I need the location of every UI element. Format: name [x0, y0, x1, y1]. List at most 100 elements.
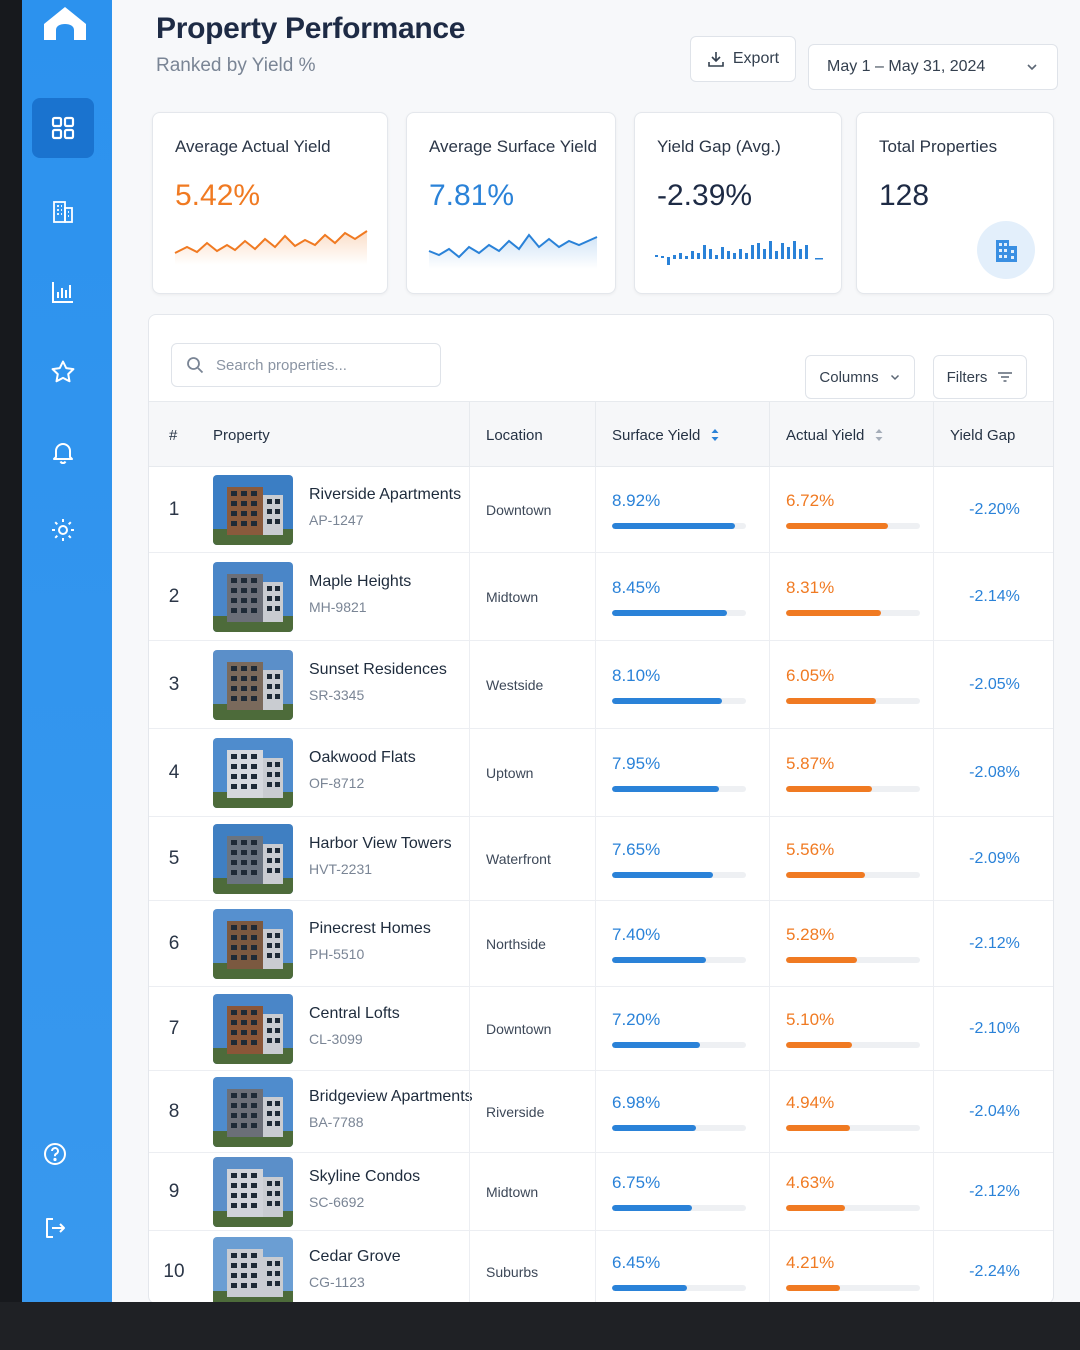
actual-yield-value: 6.05% [786, 665, 835, 685]
header-surface-yield[interactable]: Surface Yield [595, 402, 769, 468]
sidebar-item-settings[interactable] [32, 500, 94, 560]
property-thumbnail[interactable] [213, 738, 293, 808]
sidebar-item-logout[interactable] [24, 1198, 86, 1258]
surface-yield-bar [612, 1124, 746, 1131]
table-row[interactable]: 8 Bridgeview Apartments BA-7788 Riversid… [149, 1071, 1053, 1153]
property-thumbnail[interactable] [213, 824, 293, 894]
home-logo-icon[interactable] [40, 2, 90, 44]
yield-gap-value: -2.20% [933, 467, 1053, 552]
kpi-card-actual-yield: Average Actual Yield 5.42% [152, 112, 388, 294]
actual-yield-value: 5.87% [786, 753, 835, 773]
table-row[interactable]: 9 Skyline Condos SC-6692 Midtown 6.75% 4… [149, 1153, 1053, 1231]
actual-yield-value: 8.31% [786, 577, 835, 597]
actual-yield-bar-fill [786, 697, 876, 704]
table-row[interactable]: 10 Cedar Grove CG-1123 Suburbs 6.45% 4.2… [149, 1231, 1053, 1302]
kpi-value: 5.42% [175, 179, 261, 212]
yield-gap-value: -2.09% [933, 817, 1053, 900]
property-thumbnail[interactable] [213, 1157, 293, 1227]
table-row[interactable]: 5 Harbor View Towers HVT-2231 Waterfront… [149, 817, 1053, 901]
search-input[interactable] [216, 356, 426, 374]
export-button[interactable]: Export [690, 36, 796, 82]
property-name[interactable]: Oakwood Flats [309, 749, 416, 767]
date-range-select[interactable]: May 1 – May 31, 2024 [808, 44, 1058, 90]
property-thumbnail[interactable] [213, 475, 293, 545]
surface-yield-bar-fill [612, 1124, 697, 1131]
property-thumbnail[interactable] [213, 1077, 293, 1147]
sidebar-item-properties[interactable] [32, 182, 94, 242]
property-code: CL-3099 [309, 1031, 363, 1047]
row-rank: 5 [168, 847, 180, 869]
surface-yield-cell: 8.92% [595, 467, 769, 552]
sidebar-item-help[interactable] [24, 1124, 86, 1184]
surface-yield-bar [612, 697, 746, 704]
property-thumbnail[interactable] [213, 1237, 293, 1302]
search-box[interactable] [171, 343, 441, 387]
app-screen: Property Performance Ranked by Yield % E… [0, 0, 1080, 1302]
property-name[interactable]: Cedar Grove [309, 1248, 401, 1266]
sidebar-item-analytics[interactable] [32, 262, 94, 322]
property-thumbnail[interactable] [213, 650, 293, 720]
surface-yield-cell: 8.10% [595, 641, 769, 728]
sidebar-item-dashboard[interactable] [32, 98, 94, 158]
kpi-card-yield-gap: Yield Gap (Avg.) -2.39% [634, 112, 842, 294]
surface-yield-bar-fill [612, 522, 736, 529]
sidebar-item-notifications[interactable] [32, 422, 94, 482]
yield-gap-value: -2.04% [933, 1071, 1053, 1152]
property-thumbnail[interactable] [213, 994, 293, 1064]
header-property[interactable]: Property [213, 402, 270, 468]
property-name[interactable]: Bridgeview Apartments [309, 1088, 473, 1106]
actual-yield-cell: 5.10% [769, 987, 933, 1070]
property-code: SC-6692 [309, 1194, 365, 1210]
actual-yield-bar [786, 785, 920, 792]
property-thumbnail[interactable] [213, 909, 293, 979]
table-row[interactable]: 2 Maple Heights MH-9821 Midtown 8.45% 8.… [149, 553, 1053, 641]
columns-button[interactable]: Columns [805, 355, 915, 399]
table-row[interactable]: 4 Oakwood Flats OF-8712 Uptown 7.95% 5.8… [149, 729, 1053, 817]
table-row[interactable]: 6 Pinecrest Homes PH-5510 Northside 7.40… [149, 901, 1053, 987]
header-location[interactable]: Location [469, 402, 595, 468]
property-name[interactable]: Skyline Condos [309, 1168, 420, 1186]
sidebar-item-favorites[interactable] [32, 342, 94, 402]
surface-yield-cell: 6.45% [595, 1231, 769, 1302]
property-code: PH-5510 [309, 946, 365, 962]
property-thumbnail[interactable] [213, 562, 293, 632]
table-row[interactable]: 7 Central Lofts CL-3099 Downtown 7.20% 5… [149, 987, 1053, 1071]
property-name[interactable]: Central Lofts [309, 1005, 400, 1023]
property-code: HVT-2231 [309, 861, 373, 877]
actual-yield-value: 5.56% [786, 839, 835, 859]
actual-yield-bar-fill [786, 1124, 851, 1131]
actual-yield-bar-fill [786, 1041, 852, 1048]
property-name[interactable]: Harbor View Towers [309, 835, 452, 853]
surface-yield-value: 8.45% [612, 577, 661, 597]
surface-yield-bar [612, 1204, 746, 1211]
actual-yield-value: 5.28% [786, 924, 835, 944]
header-actual-label: Actual Yield [786, 426, 865, 444]
export-label: Export [732, 50, 780, 67]
sidebar [22, 0, 112, 1302]
actual-yield-bar [786, 1041, 920, 1048]
table-row[interactable]: 1 Riverside Apartments AP-1247 Downtown … [149, 467, 1053, 553]
property-location: Downtown [469, 987, 595, 1070]
grid-icon [51, 116, 75, 140]
property-name[interactable]: Riverside Apartments [309, 486, 461, 504]
actual-yield-bar-fill [786, 1284, 840, 1291]
bar-sparkline-gap [655, 241, 823, 265]
sort-icon[interactable] [710, 428, 720, 442]
actual-yield-bar-fill [786, 871, 866, 878]
kpi-label: Average Actual Yield [175, 137, 331, 156]
surface-yield-value: 6.98% [612, 1092, 661, 1112]
surface-yield-bar [612, 956, 746, 963]
page-title: Property Performance [156, 12, 466, 45]
sort-icon[interactable] [874, 428, 884, 442]
filters-button[interactable]: Filters [933, 355, 1027, 399]
property-name[interactable]: Sunset Residences [309, 661, 447, 679]
table-row[interactable]: 3 Sunset Residences SR-3345 Westside 8.1… [149, 641, 1053, 729]
actual-yield-cell: 4.21% [769, 1231, 933, 1302]
header-yield-gap[interactable]: Yield Gap [933, 402, 1053, 468]
star-icon [51, 360, 75, 383]
property-name[interactable]: Maple Heights [309, 573, 411, 591]
logout-icon [46, 1218, 65, 1238]
header-actual-yield[interactable]: Actual Yield [769, 402, 933, 468]
property-name[interactable]: Pinecrest Homes [309, 920, 431, 938]
surface-yield-bar-fill [612, 785, 720, 792]
